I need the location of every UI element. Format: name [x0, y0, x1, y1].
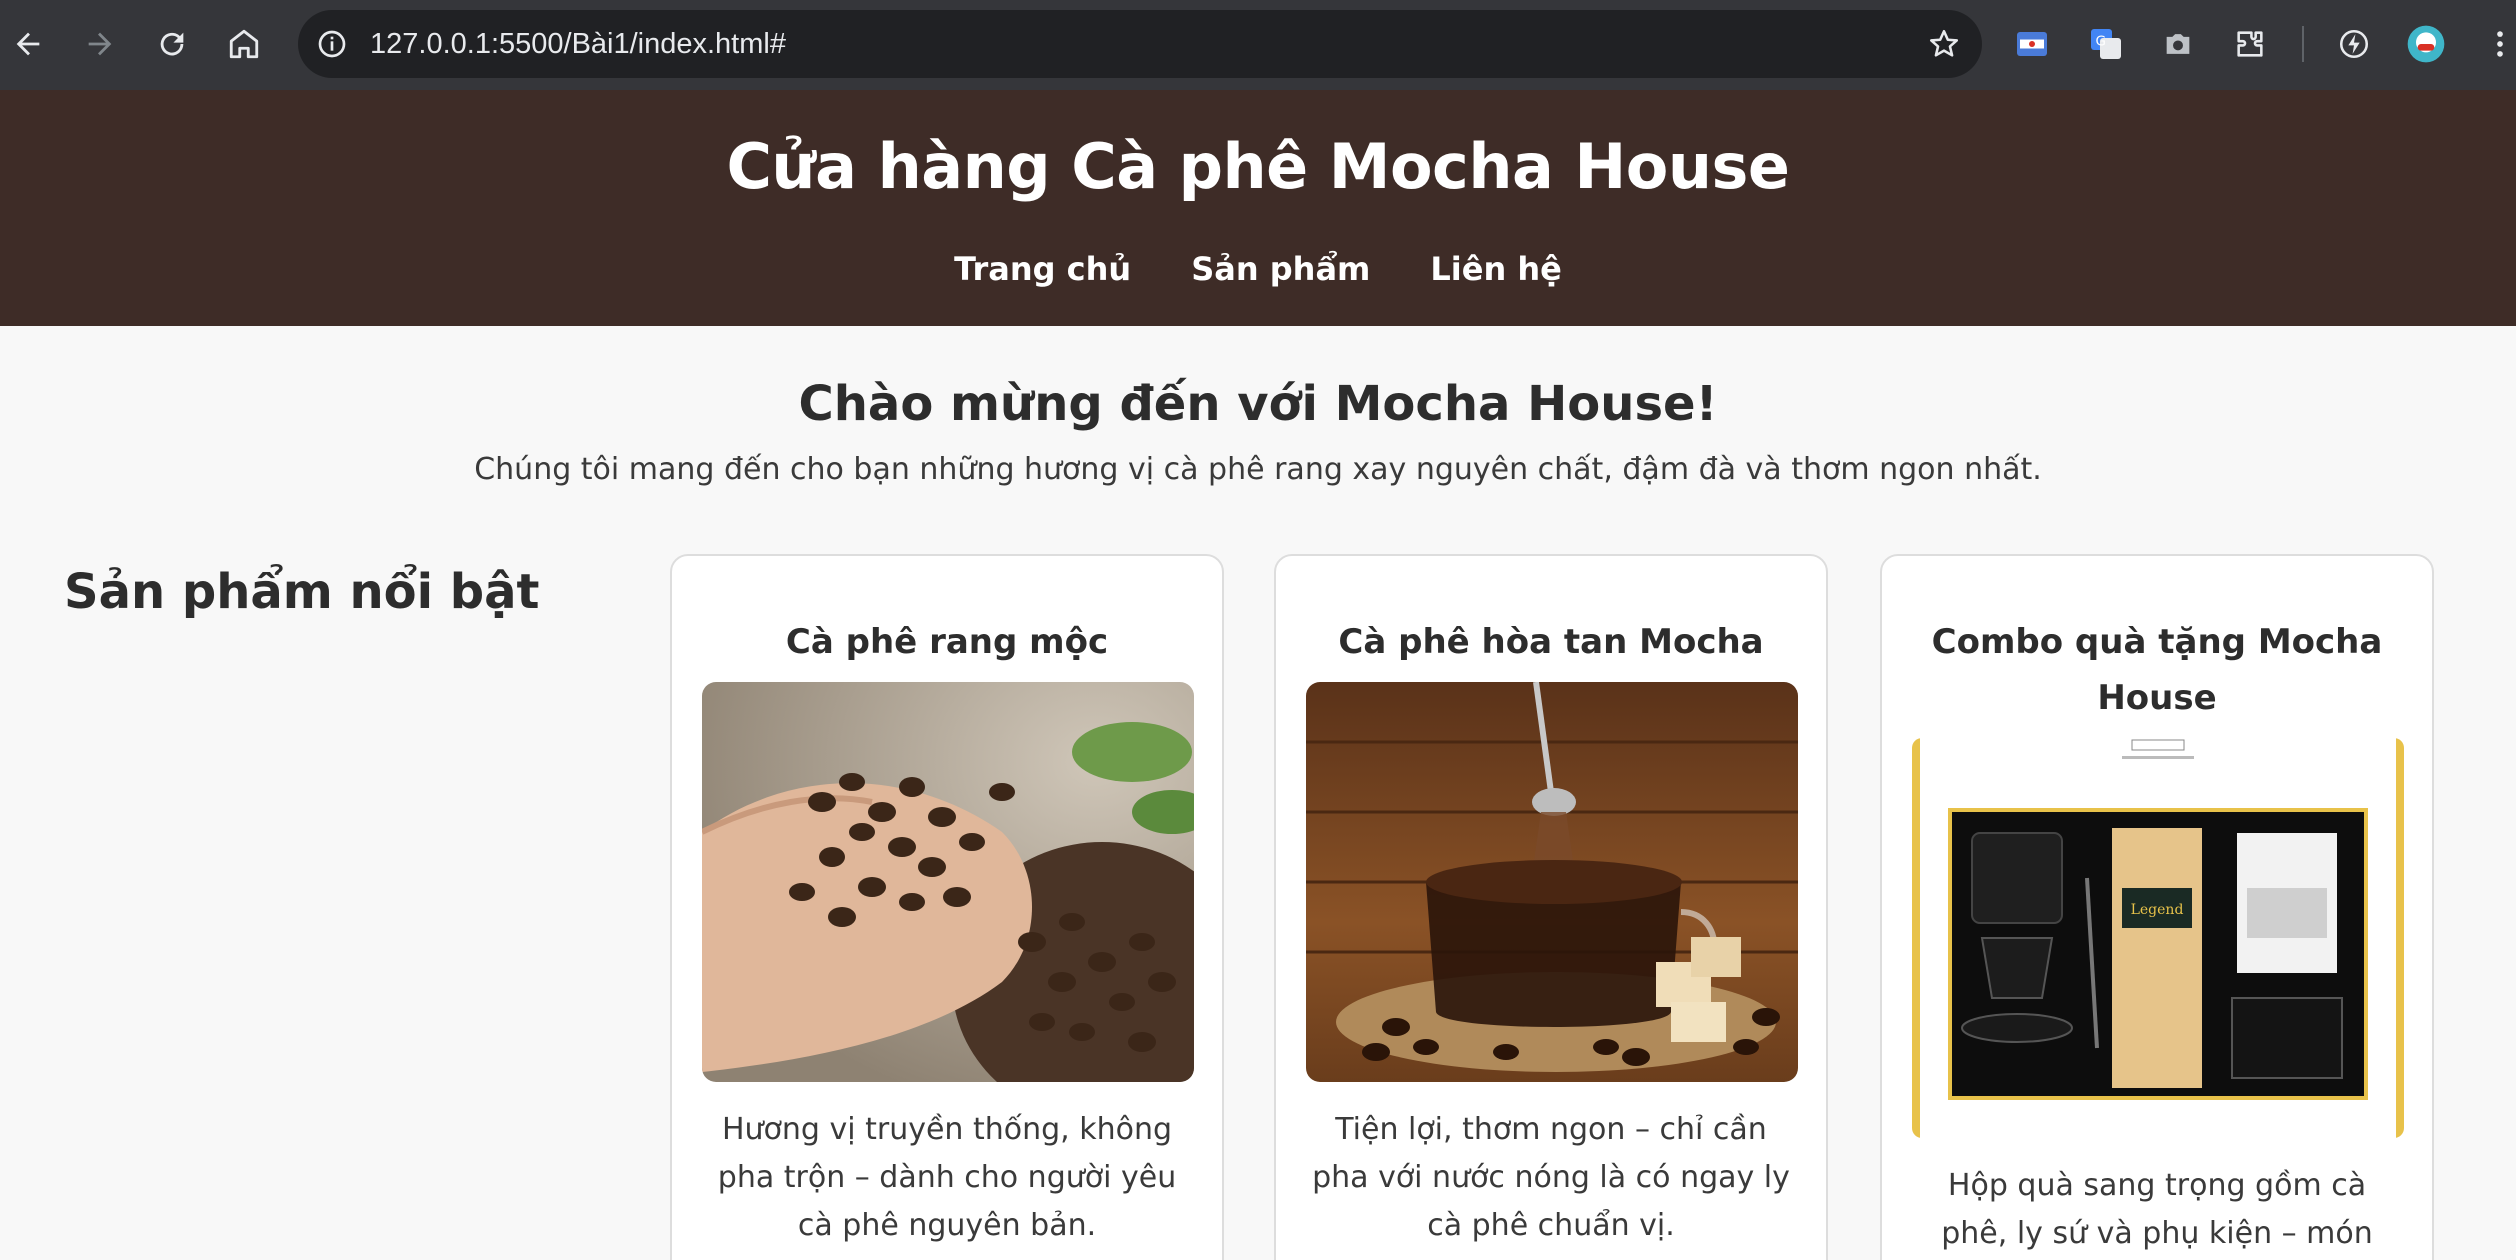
nav-link-home[interactable]: Trang chủ: [954, 250, 1131, 288]
nav-link-contact[interactable]: Liên hệ: [1430, 250, 1561, 288]
welcome-title: Chào mừng đến với Mocha House!: [798, 376, 1718, 432]
home-icon[interactable]: [222, 22, 266, 66]
extension-meet-icon[interactable]: [2010, 22, 2054, 66]
gift-box-label: Legend: [2131, 902, 2184, 918]
product-title: Cà phê rang mộc: [785, 622, 1109, 662]
featured-section-title: Sản phẩm nổi bật: [64, 564, 540, 620]
forward-icon[interactable]: [78, 22, 122, 66]
profile-avatar-icon[interactable]: [2404, 22, 2448, 66]
product-title: Combo quà tặng Mocha House: [1931, 622, 2383, 718]
product-description: Hộp quà sang trọng gồm cà phê, ly sứ và …: [1941, 1168, 2373, 1251]
extension-camera-icon[interactable]: [2156, 22, 2200, 66]
product-description: Tiện lợi, thơm ngon – chỉ cần pha với nư…: [1312, 1112, 1790, 1243]
site-header: Cửa hàng Cà phê Mocha House Trang chủ Sả…: [0, 90, 2516, 326]
back-icon[interactable]: [6, 22, 50, 66]
coffee-beans-in-hand-image: [702, 682, 1194, 1082]
extensions-puzzle-icon[interactable]: [2228, 22, 2272, 66]
address-bar[interactable]: 127.0.0.1:5500/Bài1/index.html#: [298, 10, 1982, 78]
product-card-gift-combo: Combo quà tặng Mocha House Legend Hộp qu…: [1880, 554, 2434, 1260]
extension-translate-icon[interactable]: G: [2084, 22, 2128, 66]
main-nav: Trang chủ Sản phẩm Liên hệ: [0, 250, 2516, 288]
reload-icon[interactable]: [150, 22, 194, 66]
instant-coffee-cup-image: [1306, 682, 1798, 1082]
site-title: Cửa hàng Cà phê Mocha House: [726, 130, 1790, 203]
welcome-text: Chúng tôi mang đến cho bạn những hương v…: [474, 452, 2042, 487]
gift-box-image: Legend: [1912, 738, 2404, 1138]
product-card-roasted: Cà phê rang mộc Hương vị truyền thống, k…: [670, 554, 1224, 1260]
url-text[interactable]: 127.0.0.1:5500/Bài1/index.html#: [370, 10, 786, 78]
nav-link-products[interactable]: Sản phẩm: [1191, 250, 1370, 288]
site-info-icon[interactable]: [312, 24, 352, 64]
product-title: Cà phê hòa tan Mocha: [1338, 622, 1764, 662]
product-card-instant: Cà phê hòa tan Mocha Tiện lợi, thơm ngon…: [1274, 554, 1828, 1260]
bookmark-star-icon[interactable]: [1922, 22, 1966, 66]
product-description: Hương vị truyền thống, không pha trộn – …: [717, 1112, 1177, 1243]
performance-icon[interactable]: [2332, 22, 2376, 66]
svg-text:G: G: [2096, 34, 2106, 50]
browser-menu-icon[interactable]: [2478, 22, 2516, 66]
toolbar-divider: [2302, 26, 2304, 62]
browser-toolbar: 127.0.0.1:5500/Bài1/index.html# G: [0, 0, 2516, 90]
